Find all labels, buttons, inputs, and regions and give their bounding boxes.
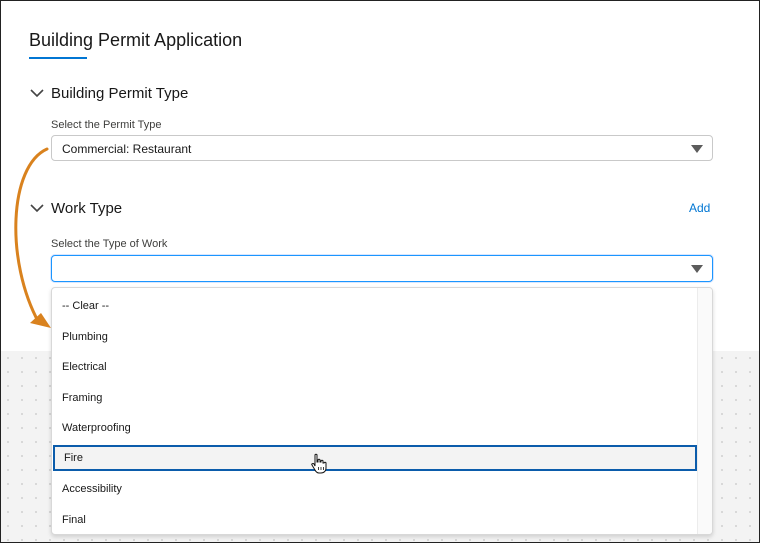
permit-application-panel: Building Permit Application Building Per…: [0, 0, 760, 543]
hand-pointer-cursor-icon: [311, 453, 327, 474]
annotation-arrow: [14, 147, 51, 328]
